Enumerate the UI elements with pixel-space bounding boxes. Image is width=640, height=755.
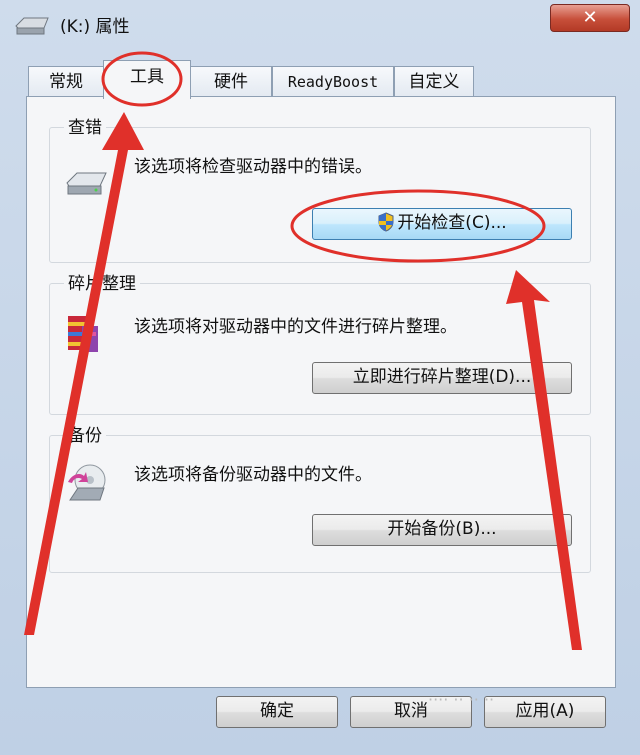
defrag-group: 碎片整理 该选项将对驱动器中的文件进行碎片整理。 立即进行碎片整理(D)... — [49, 269, 591, 415]
apply-button[interactable]: 应用(A) — [484, 696, 606, 728]
tab-customize[interactable]: 自定义 — [394, 66, 474, 97]
backup-title: 备份 — [64, 421, 106, 446]
title-bar: (K:) 属性 ✕ — [0, 0, 640, 44]
tab-hardware[interactable]: 硬件 — [190, 66, 272, 97]
tools-panel: 查错 该选项将检查驱动器中的错误。 开始检查(C)... 碎片整理 该选项将对驱… — [26, 96, 616, 688]
hard-drive-icon — [66, 172, 107, 195]
start-check-button[interactable]: 开始检查(C)... — [312, 208, 572, 240]
tab-tools[interactable]: 工具 — [103, 60, 191, 99]
properties-window: (K:) 属性 ✕ 常规 工具 硬件 ReadyBoost 自定义 查错 该选项… — [0, 0, 640, 755]
defrag-title: 碎片整理 — [64, 269, 140, 294]
dialog-footer: 确定 取消 应用(A) — [0, 686, 640, 755]
tab-readyboost[interactable]: ReadyBoost — [272, 66, 394, 97]
defrag-icon — [68, 316, 98, 352]
start-check-label: 开始检查(C)... — [397, 213, 507, 233]
ok-button[interactable]: 确定 — [216, 696, 338, 728]
defrag-description: 该选项将对驱动器中的文件进行碎片整理。 — [134, 317, 457, 337]
close-button[interactable]: ✕ — [550, 4, 630, 32]
backup-group: 备份 该选项将备份驱动器中的文件。 开始备份(B)... — [49, 421, 591, 573]
start-backup-button[interactable]: 开始备份(B)... — [312, 514, 572, 546]
defrag-now-button[interactable]: 立即进行碎片整理(D)... — [312, 362, 572, 394]
uac-shield-icon — [378, 212, 394, 232]
error-check-group: 查错 该选项将检查驱动器中的错误。 开始检查(C)... — [49, 113, 591, 263]
backup-icon — [68, 464, 106, 501]
watermark-text: ···· ·· ·· ·· — [428, 690, 495, 709]
drive-icon — [15, 17, 49, 35]
tab-general[interactable]: 常规 — [28, 66, 104, 97]
error-check-description: 该选项将检查驱动器中的错误。 — [134, 157, 372, 177]
window-title: (K:) 属性 — [60, 17, 130, 37]
error-check-title: 查错 — [64, 113, 106, 138]
backup-description: 该选项将备份驱动器中的文件。 — [134, 465, 372, 485]
